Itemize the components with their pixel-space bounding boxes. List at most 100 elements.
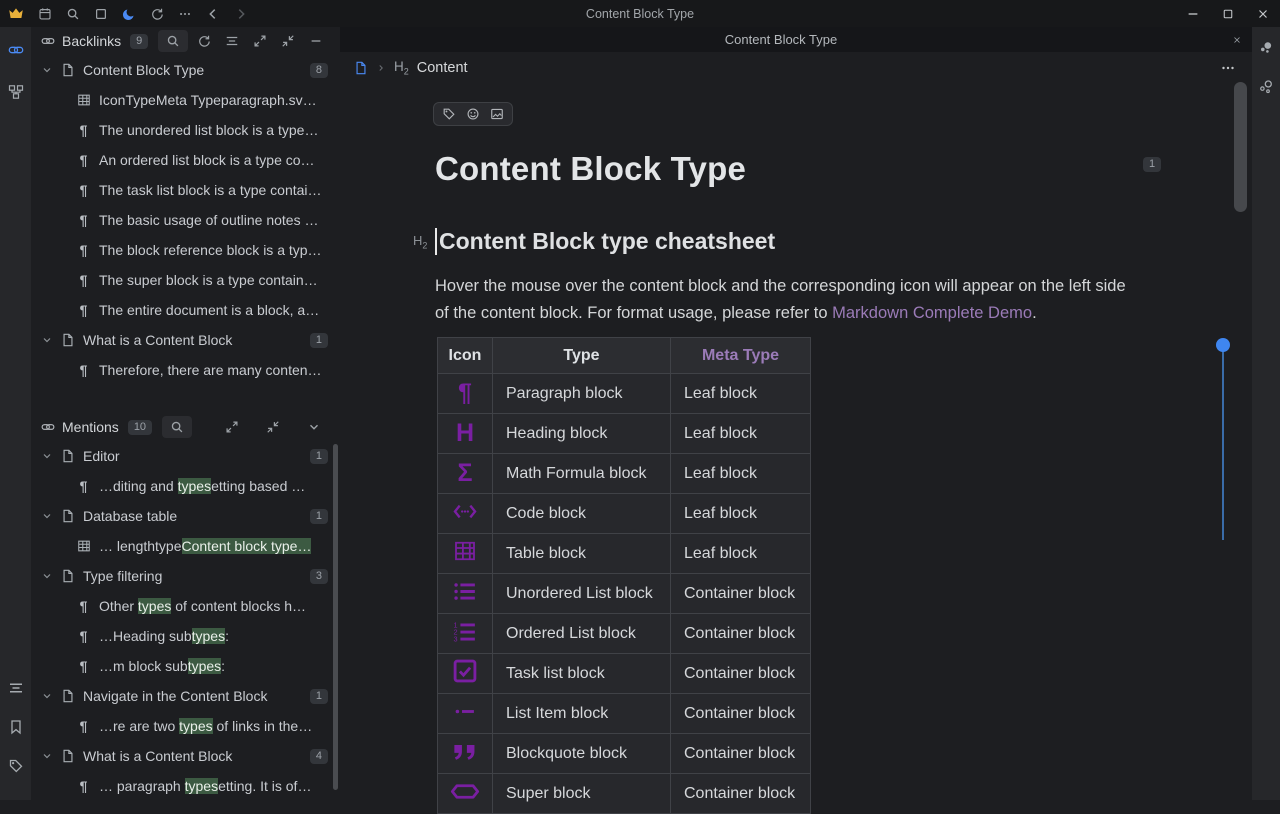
graph-dock-icon[interactable] [1, 77, 31, 107]
tag-icon[interactable] [442, 107, 456, 121]
editor-scrollbar[interactable] [1234, 82, 1247, 212]
table-row[interactable]: ¶ Paragraph block Leaf block [438, 374, 811, 414]
markdown-demo-link[interactable]: Markdown Complete Demo [832, 304, 1032, 322]
editor-mode-icon[interactable] [87, 0, 115, 27]
inbox-bubbles-icon[interactable] [1253, 35, 1279, 61]
search-icon[interactable] [162, 416, 192, 438]
emoji-icon[interactable] [466, 107, 480, 121]
graph-view-icon[interactable] [1253, 74, 1279, 100]
text-caret [435, 228, 437, 255]
mention-doc-row[interactable]: Editor 1 [31, 441, 340, 471]
chevron-down-icon[interactable] [39, 568, 55, 584]
backlink-row[interactable]: ¶ The unordered list block is a type… [31, 115, 340, 145]
outline-dock-icon[interactable] [1, 673, 31, 703]
table-row[interactable]: H Heading block Leaf block [438, 414, 811, 454]
chevron-down-icon[interactable] [39, 62, 55, 78]
table-row[interactable]: Unordered List block Container block [438, 574, 811, 614]
table-row[interactable]: List Item block Container block [438, 694, 811, 734]
image-icon[interactable] [490, 107, 504, 121]
doc-label: Editor [83, 448, 302, 464]
table-row[interactable]: Ordered List block Container block [438, 614, 811, 654]
more-menu-icon[interactable] [171, 0, 199, 27]
row-label: … lengthtypeContent block type… [99, 538, 328, 554]
theme-moon-icon[interactable] [115, 0, 143, 27]
tab-bar: Content Block Type [340, 27, 1252, 52]
chevron-down-icon[interactable] [39, 332, 55, 348]
backlink-row[interactable]: ¶ Therefore, there are many conten… [31, 355, 340, 385]
backlink-row[interactable]: ¶ The basic usage of outline notes … [31, 205, 340, 235]
backlink-row[interactable]: ¶ An ordered list block is a type co… [31, 145, 340, 175]
daily-note-icon[interactable] [31, 0, 59, 27]
tab-close-icon[interactable] [1222, 35, 1252, 45]
h2-title[interactable]: Content Block type cheatsheet [439, 228, 775, 255]
expand-icon[interactable] [220, 416, 244, 438]
chevron-down-icon[interactable] [39, 748, 55, 764]
sidebar-scrollbar[interactable] [333, 444, 338, 790]
mention-row[interactable]: ¶ …Heading subtypes: [31, 621, 340, 651]
backlink-row[interactable]: ¶ The block reference block is a typ… [31, 235, 340, 265]
paragraph-icon: ¶ [75, 658, 92, 674]
min-panel-icon[interactable] [304, 30, 328, 52]
refresh-icon[interactable] [192, 30, 216, 52]
tag-dock-icon[interactable] [1, 751, 31, 781]
table-row[interactable]: Task list block Container block [438, 654, 811, 694]
table-row[interactable]: Super block Container block [438, 774, 811, 814]
chevron-down-icon[interactable] [302, 416, 326, 438]
row-label: Therefore, there are many conten… [99, 362, 328, 378]
doc-label: Navigate in the Content Block [83, 688, 302, 704]
doc-icon[interactable] [354, 61, 368, 75]
collapse-icon[interactable] [276, 30, 300, 52]
close-button[interactable] [1245, 0, 1280, 27]
mention-row[interactable]: ¶ … paragraph typesetting. It is of… [31, 771, 340, 801]
global-search-icon[interactable] [59, 0, 87, 27]
back-icon[interactable] [199, 0, 227, 27]
chevron-right-icon [376, 63, 386, 73]
maximize-button[interactable] [1210, 0, 1245, 27]
doc-title[interactable]: Content Block Type [435, 150, 746, 188]
table-row[interactable]: Table block Leaf block [438, 534, 811, 574]
content-type-table[interactable]: Icon Type Meta Type ¶ Paragraph block Le… [437, 337, 811, 814]
mention-row[interactable]: ¶ …re are two types of links in the… [31, 711, 340, 741]
mention-row[interactable]: … lengthtypeContent block type… [31, 531, 340, 561]
chevron-down-icon[interactable] [39, 688, 55, 704]
mention-row[interactable]: ¶ …diting and typesetting based … [31, 471, 340, 501]
mention-doc-row[interactable]: Type filtering 3 [31, 561, 340, 591]
workspace-crown-icon[interactable] [0, 0, 31, 27]
mention-row[interactable]: ¶ …m block subtypes: [31, 651, 340, 681]
paragraph-block[interactable]: Hover the mouse over the content block a… [435, 273, 1143, 327]
expand-icon[interactable] [248, 30, 272, 52]
bookmark-dock-icon[interactable] [1, 712, 31, 742]
backlink-row[interactable]: ¶ The task list block is a type contai… [31, 175, 340, 205]
chevron-down-icon[interactable] [39, 508, 55, 524]
minimize-button[interactable] [1175, 0, 1210, 27]
backlink-doc-row[interactable]: Content Block Type 8 [31, 55, 340, 85]
sync-icon[interactable] [143, 0, 171, 27]
mention-doc-row[interactable]: Database table 1 [31, 501, 340, 531]
mentions-tree: Editor 1 ¶ …diting and typesetting based… [31, 441, 340, 801]
backlinks-dock-icon[interactable] [1, 35, 31, 65]
mention-row[interactable]: ¶ Other types of content blocks h… [31, 591, 340, 621]
math-icon: Σ [438, 454, 493, 494]
collapse-icon[interactable] [261, 416, 285, 438]
expand-level-icon[interactable] [220, 30, 244, 52]
backlink-row[interactable]: ¶ The entire document is a block, a… [31, 295, 340, 325]
paragraph-icon: ¶ [75, 272, 92, 288]
table-row[interactable]: Code block Leaf block [438, 494, 811, 534]
mention-doc-row[interactable]: What is a Content Block 4 [31, 741, 340, 771]
h2-block[interactable]: H2 Content Block type cheatsheet [413, 228, 775, 255]
forward-icon[interactable] [227, 0, 255, 27]
tab-title[interactable]: Content Block Type [340, 32, 1222, 47]
more-icon[interactable] [1220, 60, 1236, 76]
table-row[interactable]: Σ Math Formula block Leaf block [438, 454, 811, 494]
mention-doc-row[interactable]: Navigate in the Content Block 1 [31, 681, 340, 711]
backlink-row[interactable]: IconTypeMeta Typeparagraph.sv… [31, 85, 340, 115]
backlink-doc-row[interactable]: What is a Content Block 1 [31, 325, 340, 355]
chevron-down-icon[interactable] [39, 448, 55, 464]
table-row[interactable]: Blockquote block Container block [438, 734, 811, 774]
col-header-type: Type [493, 338, 671, 374]
search-icon[interactable] [158, 30, 188, 52]
breadcrumb-label[interactable]: Content [417, 60, 468, 76]
paragraph-icon: ¶ [75, 778, 92, 794]
backlink-row[interactable]: ¶ The super block is a type contain… [31, 265, 340, 295]
title-ref-badge[interactable]: 1 [1143, 157, 1161, 172]
